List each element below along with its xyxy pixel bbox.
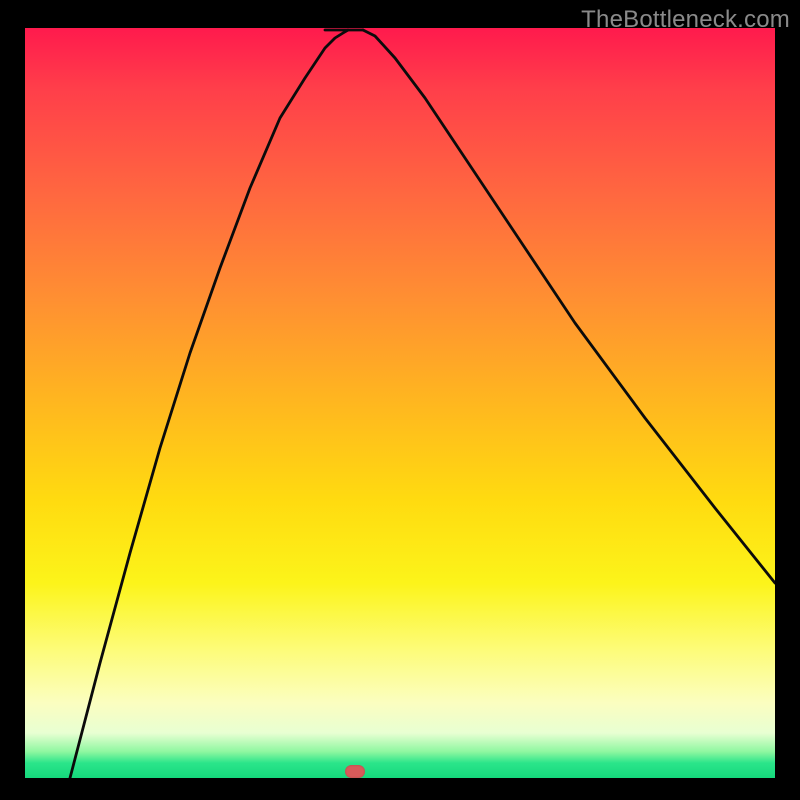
optimal-marker <box>345 765 365 778</box>
chart-frame: TheBottleneck.com <box>0 0 800 800</box>
curve-right-branch <box>363 30 775 583</box>
plot-area <box>25 28 775 778</box>
bottleneck-curve <box>25 28 775 778</box>
curve-left-branch <box>70 30 348 778</box>
watermark-text: TheBottleneck.com <box>581 6 790 34</box>
